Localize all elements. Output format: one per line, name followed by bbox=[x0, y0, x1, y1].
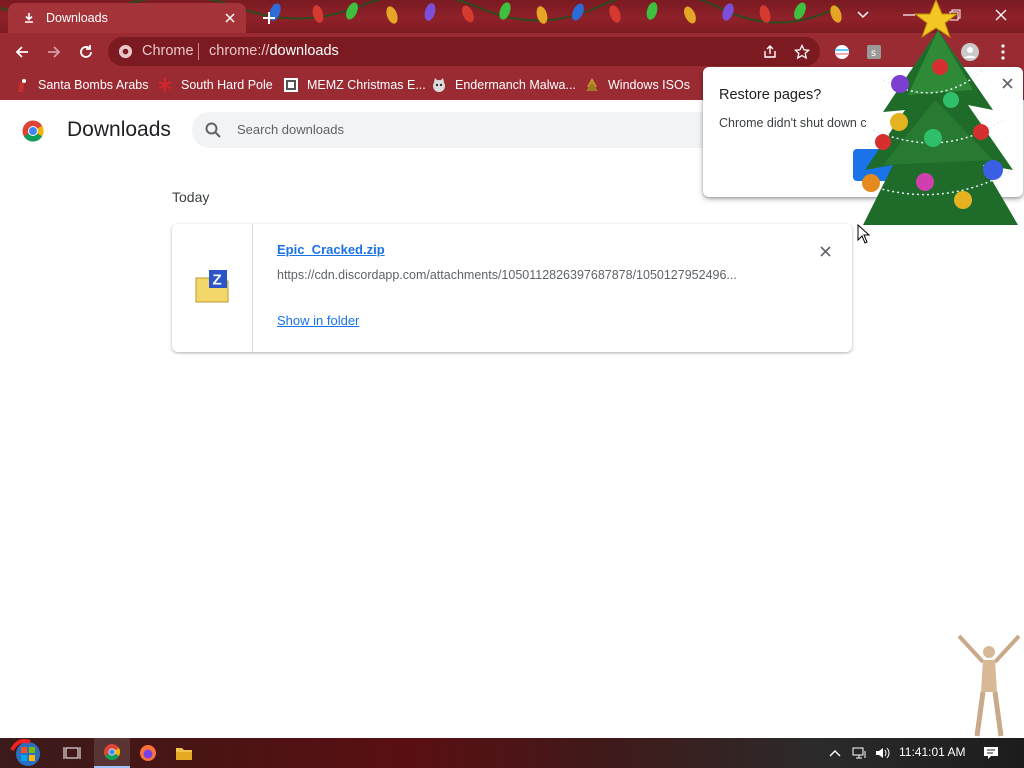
bookmark-south-hard-pole[interactable]: South Hard Pole bbox=[157, 76, 273, 94]
bookmark-label: South Hard Pole bbox=[181, 78, 273, 92]
taskbar-clock[interactable]: 11:41:01 AM bbox=[899, 745, 966, 759]
mouse-cursor-icon bbox=[857, 224, 871, 244]
download-item: Z Epic_Cracked.zip https://cdn.discordap… bbox=[172, 224, 852, 352]
file-source-url: https://cdn.discordapp.com/attachments/1… bbox=[277, 268, 737, 282]
search-input[interactable]: Search downloads bbox=[192, 112, 752, 148]
bookmark-santa-bombs-arabs[interactable]: Santa Bombs Arabs bbox=[14, 76, 148, 94]
bookmark-memz-christmas[interactable]: MEMZ Christmas E... bbox=[283, 76, 426, 94]
memz-icon bbox=[283, 77, 299, 93]
tab-downloads[interactable]: Downloads bbox=[8, 3, 246, 33]
new-tab-button[interactable] bbox=[258, 7, 280, 29]
download-icon bbox=[22, 11, 36, 25]
taskbar-file-explorer[interactable] bbox=[166, 738, 202, 768]
bookmark-star-icon[interactable] bbox=[792, 42, 812, 62]
page-title: Downloads bbox=[67, 118, 171, 141]
remove-download-icon[interactable] bbox=[816, 242, 834, 260]
santa-icon bbox=[14, 77, 30, 93]
cat-icon bbox=[431, 77, 447, 93]
address-bar[interactable]: Chrome chrome://downloads bbox=[108, 37, 820, 66]
taskbar-firefox[interactable] bbox=[130, 738, 166, 768]
show-hidden-icons-chevron-icon[interactable] bbox=[826, 738, 844, 768]
action-center-icon[interactable] bbox=[980, 738, 1002, 768]
bookmark-windows-isos[interactable]: Windows ISOs bbox=[584, 76, 690, 94]
forward-button[interactable] bbox=[41, 39, 67, 65]
show-in-folder-link[interactable]: Show in folder bbox=[277, 313, 359, 328]
share-icon[interactable] bbox=[760, 42, 780, 62]
svg-text:Z: Z bbox=[213, 272, 222, 289]
tab-close-icon[interactable] bbox=[222, 10, 238, 26]
zip-file-icon: Z bbox=[195, 270, 229, 303]
dialog-title: Restore pages? bbox=[719, 87, 822, 103]
tree-icon bbox=[584, 77, 600, 93]
bookmark-label: Endermanch Malwa... bbox=[455, 78, 576, 92]
taskbar-chrome[interactable] bbox=[94, 738, 130, 768]
snowflake-icon bbox=[157, 77, 173, 93]
bookmark-label: MEMZ Christmas E... bbox=[307, 78, 426, 92]
chrome-icon bbox=[118, 44, 133, 59]
bookmark-label: Santa Bombs Arabs bbox=[38, 78, 149, 92]
taskbar: 11:41:01 AM bbox=[0, 738, 1024, 768]
url-text: chrome://downloads bbox=[209, 43, 339, 59]
screen: Downloads Chrome chrome://downloads s Sa… bbox=[0, 0, 1024, 768]
search-icon bbox=[205, 122, 221, 138]
reload-button[interactable] bbox=[73, 39, 99, 65]
dancing-figure-decoration bbox=[957, 634, 1021, 737]
task-view-button[interactable] bbox=[54, 738, 90, 768]
url-host: downloads bbox=[269, 43, 339, 59]
back-button[interactable] bbox=[9, 39, 35, 65]
bookmark-endermanch-malware[interactable]: Endermanch Malwa... bbox=[431, 76, 576, 94]
file-icon-column: Z bbox=[172, 224, 253, 352]
date-section-header: Today bbox=[172, 189, 210, 205]
start-button-icon[interactable] bbox=[8, 738, 46, 768]
tab-title: Downloads bbox=[46, 11, 108, 25]
search-placeholder: Search downloads bbox=[237, 122, 344, 137]
url-scheme: chrome:// bbox=[209, 43, 270, 59]
chrome-logo-icon bbox=[22, 120, 44, 142]
network-icon[interactable] bbox=[850, 738, 870, 768]
bookmark-label: Windows ISOs bbox=[608, 78, 690, 92]
christmas-tree-decoration bbox=[862, 0, 1018, 225]
divider bbox=[198, 43, 199, 60]
origin-label: Chrome bbox=[142, 43, 194, 59]
volume-icon[interactable] bbox=[873, 738, 893, 768]
file-name-link[interactable]: Epic_Cracked.zip bbox=[277, 242, 385, 257]
